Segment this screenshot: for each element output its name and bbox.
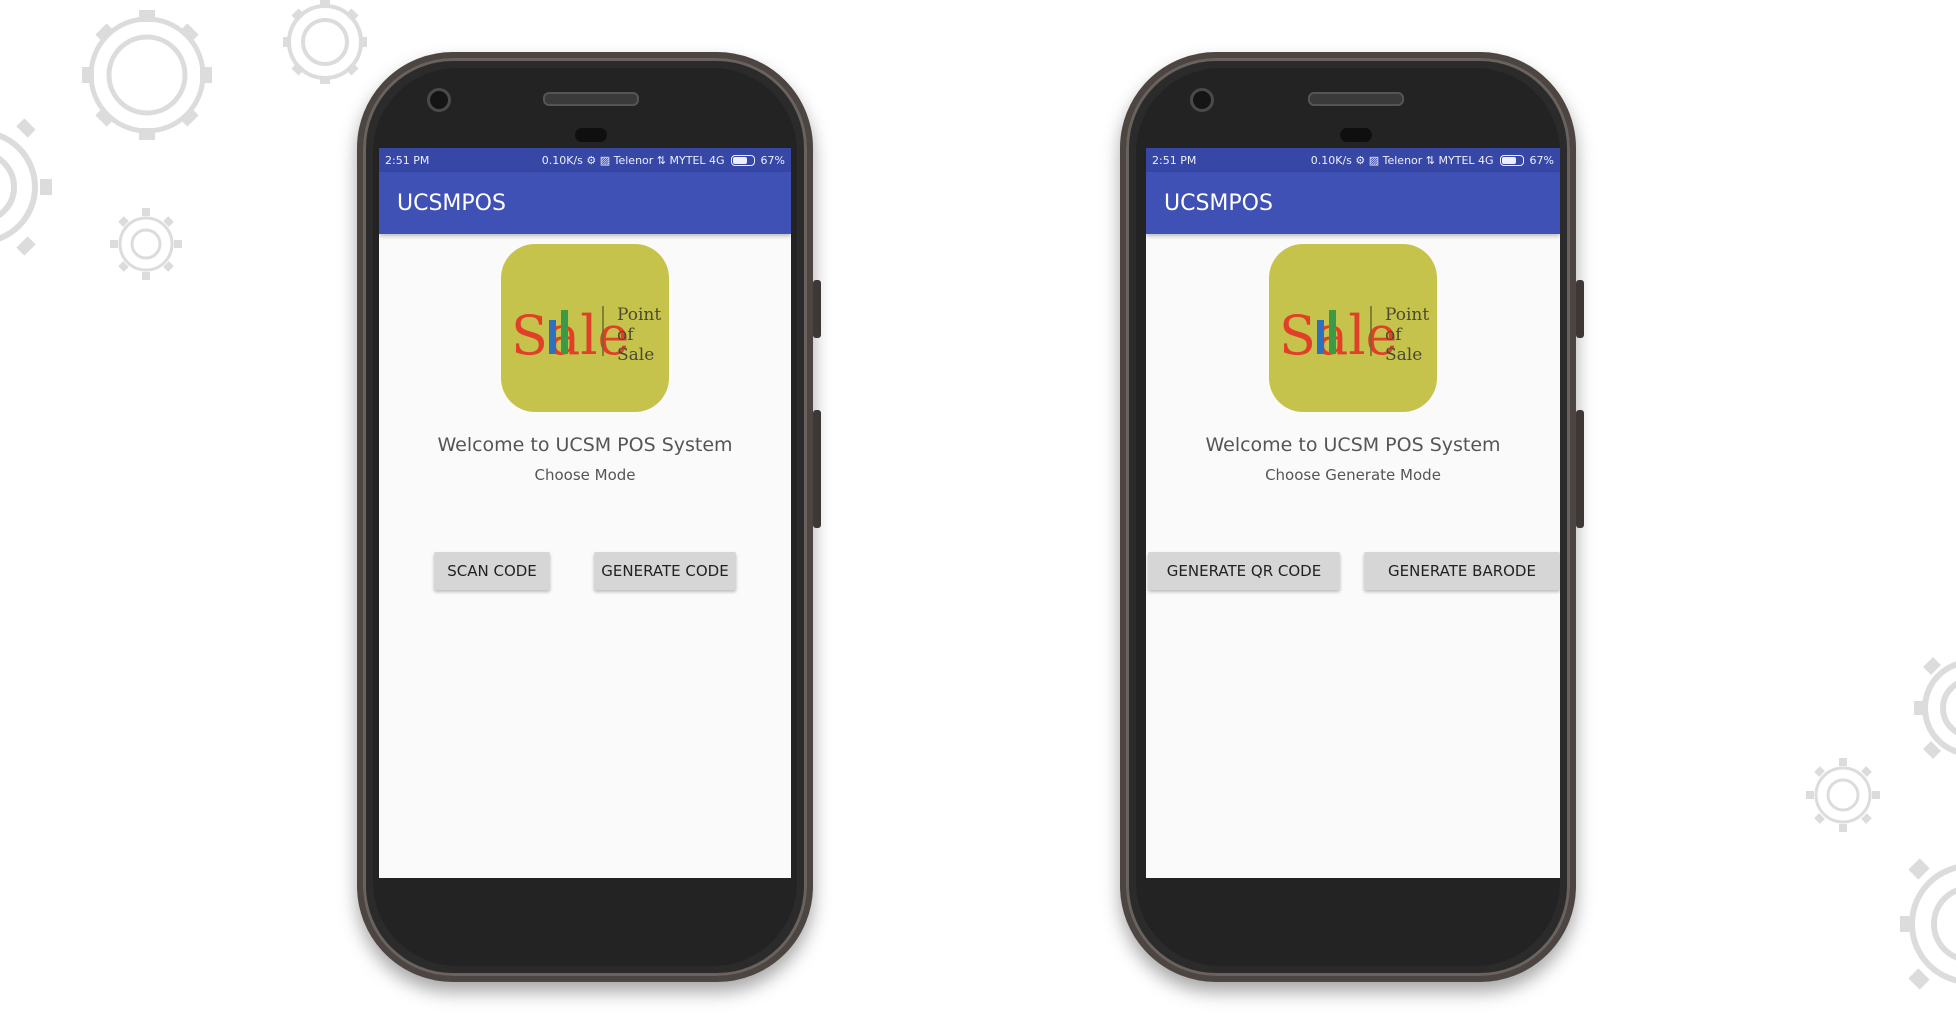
logo-main-text: Sale (1279, 304, 1397, 367)
gear-icon (0, 92, 60, 282)
app-logo: Sale Point of Sale (501, 244, 669, 412)
logo-side-line: of (617, 325, 635, 345)
gear-icon (104, 202, 188, 286)
battery-icon (730, 154, 755, 166)
logo-side-line: Sale (1385, 345, 1422, 365)
app-screen-generate: 2:51 PM 0.10K/s ⚙ ▨ Telenor ⇅ MYTEL 4G 6… (1146, 148, 1560, 878)
phone-frame-right: 2:51 PM 0.10K/s ⚙ ▨ Telenor ⇅ MYTEL 4G 6… (1120, 52, 1584, 982)
battery-percent: 67% (760, 153, 785, 167)
welcome-text: Welcome to UCSM POS System (1205, 434, 1501, 456)
speaker-grille (543, 92, 639, 106)
gear-icon (1870, 834, 1956, 1014)
front-camera-icon (1190, 88, 1214, 112)
status-network-info: 0.10K/s ⚙ ▨ Telenor ⇅ MYTEL 4G (541, 153, 725, 167)
status-bar: 2:51 PM 0.10K/s ⚙ ▨ Telenor ⇅ MYTEL 4G 6… (379, 148, 791, 172)
generate-code-button[interactable]: GENERATE CODE (594, 552, 736, 590)
generate-qr-code-button[interactable]: GENERATE QR CODE (1148, 552, 1340, 590)
logo-side-line: Point (1385, 305, 1429, 325)
status-time: 2:51 PM (1152, 153, 1197, 167)
gear-icon (62, 0, 232, 160)
power-button (1576, 280, 1584, 338)
volume-button (1576, 410, 1584, 528)
app-title: UCSMPOS (397, 190, 506, 216)
sensor (1340, 128, 1372, 142)
mode-subtitle: Choose Generate Mode (1265, 466, 1441, 484)
front-camera-icon (427, 88, 451, 112)
logo-main-text: Sale (511, 304, 629, 367)
phone-frame-left: 2:51 PM 0.10K/s ⚙ ▨ Telenor ⇅ MYTEL 4G 6… (357, 52, 821, 982)
app-title: UCSMPOS (1164, 190, 1273, 216)
sensor (575, 128, 607, 142)
gear-icon (1800, 752, 1886, 838)
speaker-grille (1308, 92, 1404, 106)
status-bar: 2:51 PM 0.10K/s ⚙ ▨ Telenor ⇅ MYTEL 4G 6… (1146, 148, 1560, 172)
battery-icon (1499, 154, 1524, 166)
welcome-text: Welcome to UCSM POS System (437, 434, 733, 456)
mode-subtitle: Choose Mode (534, 466, 636, 484)
battery-percent: 67% (1529, 153, 1554, 167)
gear-icon (1876, 628, 1956, 788)
generate-barcode-button[interactable]: GENERATE BARODE (1364, 552, 1560, 590)
status-network-info: 0.10K/s ⚙ ▨ Telenor ⇅ MYTEL 4G (1310, 153, 1494, 167)
power-button (813, 280, 821, 338)
logo-side-line: Sale (617, 345, 654, 365)
app-bar: UCSMPOS (1146, 172, 1560, 234)
app-bar: UCSMPOS (379, 172, 791, 234)
gear-icon (265, 0, 385, 100)
app-logo: Sale Point of Sale (1269, 244, 1437, 412)
volume-button (813, 410, 821, 528)
status-time: 2:51 PM (385, 153, 430, 167)
logo-side-line: Point (617, 305, 661, 325)
logo-side-line: of (1385, 325, 1403, 345)
scan-code-button[interactable]: SCAN CODE (434, 552, 550, 590)
app-screen-main: 2:51 PM 0.10K/s ⚙ ▨ Telenor ⇅ MYTEL 4G 6… (379, 148, 791, 878)
